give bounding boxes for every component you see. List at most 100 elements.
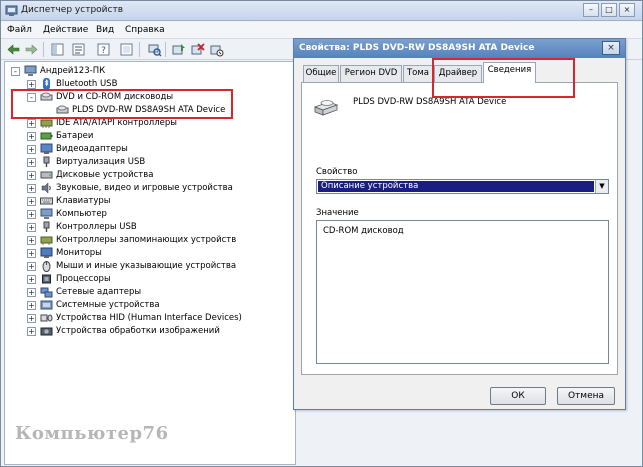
tree-item-label: Устройства HID (Human Interface Devices)	[56, 313, 242, 323]
menu-file[interactable]: Файл	[7, 25, 32, 35]
menu-action[interactable]: Действие	[43, 25, 88, 35]
title-bar: Диспетчер устройств – □ ×	[1, 1, 642, 21]
expand-icon[interactable]: +	[27, 314, 36, 323]
expand-icon[interactable]: +	[27, 132, 36, 141]
toolbar-separator	[139, 42, 140, 57]
expand-icon[interactable]: +	[27, 262, 36, 271]
tree-item-label: Контроллеры запоминающих устройств	[56, 235, 237, 245]
expand-icon[interactable]: +	[27, 119, 36, 128]
disable-device-icon[interactable]	[209, 42, 224, 57]
expand-icon[interactable]: +	[27, 210, 36, 219]
computer-icon	[24, 65, 37, 76]
device-manager-window: Диспетчер устройств – □ × Файл Действие …	[0, 0, 643, 467]
usb-icon	[43, 221, 50, 232]
svg-text:?: ?	[101, 46, 106, 56]
device-manager-icon	[5, 5, 18, 16]
highlight-box-tabs	[432, 58, 575, 98]
tree-item-label: Контроллеры USB	[56, 222, 137, 232]
expand-icon[interactable]: +	[27, 80, 36, 89]
dialog-title: Свойства: PLDS DVD-RW DS8A9SH ATA Device	[299, 43, 535, 53]
mouse-icon	[42, 261, 51, 272]
highlight-box-device	[11, 89, 233, 119]
property-select[interactable]: Описание устройства ▼	[316, 179, 609, 194]
menu-bar: Файл Действие Вид Справка	[1, 22, 642, 39]
disk-drive-icon	[40, 171, 53, 179]
properties-icon[interactable]	[71, 42, 86, 57]
tree-item-label: Сетевые адаптеры	[56, 287, 142, 297]
chevron-down-icon[interactable]: ▼	[595, 180, 608, 193]
expand-icon[interactable]: +	[27, 275, 36, 284]
tab-general[interactable]: Общие	[303, 65, 339, 82]
network-adapter-icon	[40, 287, 53, 298]
expand-icon[interactable]: +	[27, 171, 36, 180]
tree-item-label: Клавиатуры	[56, 196, 111, 206]
expand-icon[interactable]: +	[27, 249, 36, 258]
forward-icon[interactable]	[24, 42, 39, 57]
watermark: Компьютер76	[15, 423, 169, 444]
property-select-value: Описание устройства	[318, 181, 594, 192]
expand-icon[interactable]: +	[27, 158, 36, 167]
help-icon[interactable]: ?	[96, 42, 111, 57]
minimize-button[interactable]: –	[583, 3, 599, 17]
usb-icon	[43, 156, 50, 167]
expand-icon[interactable]: +	[27, 288, 36, 297]
storage-controller-icon	[40, 236, 53, 245]
tree-item-label: Мыши и иные указывающие устройства	[56, 261, 237, 271]
tree-item-label: Системные устройства	[56, 300, 160, 310]
tree-item-label: Звуковые, видео и игровые устройства	[56, 183, 233, 193]
menu-view[interactable]: Вид	[96, 25, 114, 35]
details-panel: PLDS DVD-RW DS8A9SH ATA Device Свойство …	[301, 82, 618, 375]
property-label: Свойство	[316, 167, 358, 177]
tree-item-label: Батареи	[56, 131, 94, 141]
expand-icon[interactable]: +	[27, 184, 36, 193]
window-title: Диспетчер устройств	[21, 5, 124, 15]
expand-icon[interactable]: +	[27, 327, 36, 336]
close-button[interactable]: ×	[619, 3, 635, 17]
expand-icon[interactable]: +	[27, 236, 36, 245]
show-hide-tree-icon[interactable]	[50, 42, 65, 57]
ok-button[interactable]: ОК	[490, 387, 546, 405]
system-device-icon	[40, 300, 53, 310]
expand-icon[interactable]: +	[27, 223, 36, 232]
camera-icon	[40, 327, 53, 336]
collapse-icon[interactable]: -	[11, 67, 20, 76]
tree-item-label: Видеоадаптеры	[56, 144, 128, 154]
toolbar-separator	[165, 42, 166, 57]
expand-icon[interactable]: +	[27, 197, 36, 206]
monitor-icon	[40, 247, 53, 258]
uninstall-icon[interactable]	[190, 42, 205, 57]
update-driver-icon[interactable]	[171, 42, 186, 57]
expand-icon[interactable]: +	[27, 301, 36, 310]
tree-item-label: Виртуализация USB	[56, 157, 146, 167]
keyboard-icon	[40, 197, 53, 205]
processor-icon	[42, 274, 51, 284]
back-icon[interactable]	[6, 42, 21, 57]
tree-item-label: Компьютер	[56, 209, 107, 219]
tree-root-label: Андрей123-ПК	[40, 66, 106, 76]
maximize-button[interactable]: □	[601, 3, 617, 17]
dialog-close-button[interactable]: ×	[602, 41, 620, 55]
tree-item-label: Дисковые устройства	[56, 170, 154, 180]
menu-help[interactable]: Справка	[125, 25, 165, 35]
battery-icon	[40, 132, 53, 140]
tab-dvd-region[interactable]: Регион DVD	[340, 65, 402, 82]
value-list[interactable]: CD-ROM дисковод	[316, 220, 609, 364]
tree-item-label: Мониторы	[56, 248, 102, 258]
tree-item-label: Устройства обработки изображений	[56, 326, 220, 336]
toolbar-separator	[43, 42, 44, 57]
hid-icon	[40, 314, 53, 322]
dialog-title-bar: Свойства: PLDS DVD-RW DS8A9SH ATA Device…	[294, 39, 625, 58]
view-icon[interactable]	[119, 42, 134, 57]
expand-icon[interactable]: +	[27, 145, 36, 154]
computer-icon	[40, 208, 53, 219]
tab-volumes[interactable]: Тома	[403, 65, 433, 82]
value-text[interactable]: CD-ROM дисковод	[323, 226, 404, 236]
cancel-button[interactable]: Отмена	[557, 387, 615, 405]
scan-hardware-icon[interactable]	[147, 42, 162, 57]
device-tree[interactable]: - Андрей123-ПК + Bluetooth USB - DVD и C…	[4, 61, 296, 465]
display-adapter-icon	[40, 143, 53, 154]
device-name: PLDS DVD-RW DS8A9SH ATA Device	[353, 97, 507, 107]
tree-item-label: Процессоры	[56, 274, 111, 284]
value-label: Значение	[316, 208, 359, 218]
speaker-icon	[41, 182, 51, 194]
